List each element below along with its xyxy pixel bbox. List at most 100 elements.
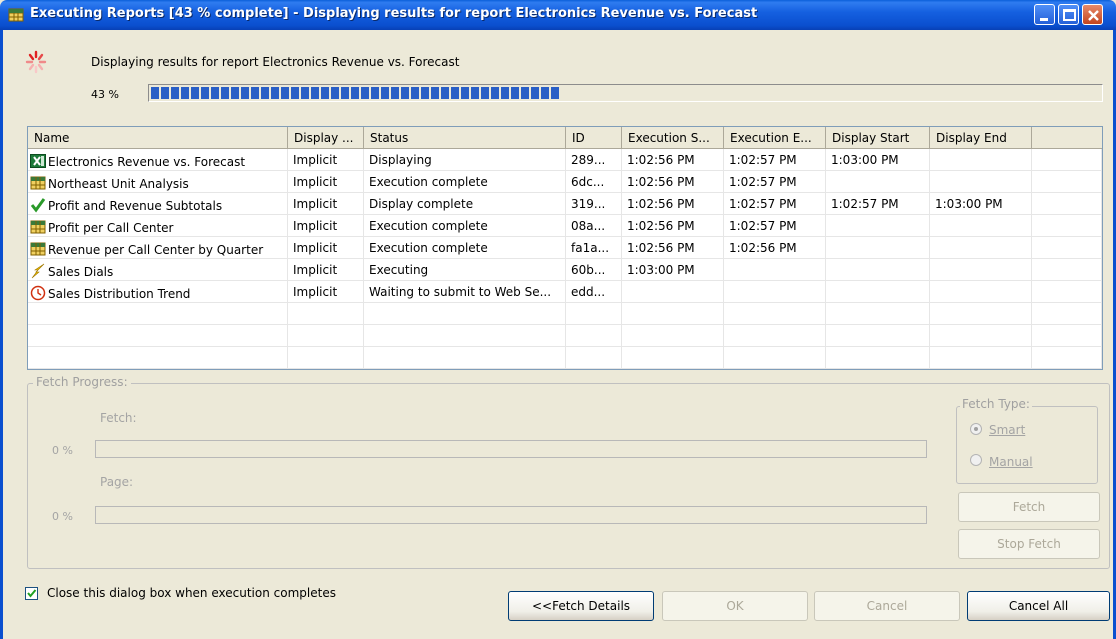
empty-cell	[28, 325, 288, 347]
fetch-details-button[interactable]: <<Fetch Details	[508, 591, 654, 621]
column-header-execution-start[interactable]: Execution S...	[622, 127, 724, 149]
empty-cell	[1032, 347, 1102, 369]
reports-list[interactable]: Name Display ... Status ID Execution S..…	[27, 126, 1103, 370]
cell-status: Executing	[364, 259, 566, 281]
empty-cell	[1032, 215, 1102, 237]
empty-cell	[826, 347, 930, 369]
table-row[interactable]: Revenue per Call Center by Quarter Implic…	[28, 237, 1102, 259]
empty-cell	[930, 325, 1032, 347]
overall-percent-label: 43 %	[91, 88, 119, 101]
cell-status: Displaying	[364, 149, 566, 171]
manual-label: Manual	[989, 455, 1033, 469]
cell-display: Implicit	[288, 171, 364, 193]
report-name: Revenue per Call Center by Quarter	[48, 243, 264, 257]
smart-radio[interactable]	[970, 423, 982, 435]
cell-exec-end	[724, 259, 826, 281]
empty-table-row	[28, 303, 1102, 325]
cancel-button[interactable]: Cancel	[814, 591, 960, 621]
manual-radio[interactable]	[970, 454, 982, 466]
cell-exec-end: 1:02:57 PM	[724, 171, 826, 193]
cell-exec-end: 1:02:56 PM	[724, 237, 826, 259]
fetch-percent: 0 %	[52, 444, 73, 457]
table-row[interactable]: Northeast Unit Analysis Implicit Execution…	[28, 171, 1102, 193]
fetch-progress-group	[27, 383, 1110, 569]
report-name: Profit per Call Center	[48, 221, 174, 235]
empty-cell	[288, 303, 364, 325]
checkmark-icon	[27, 589, 37, 598]
cell-id: 319...	[566, 193, 622, 215]
cell-name: Electronics Revenue vs. Forecast	[28, 149, 288, 171]
empty-table-row	[28, 325, 1102, 347]
grid-report-icon	[30, 219, 46, 235]
column-header-status[interactable]: Status	[364, 127, 566, 149]
cell-exec-start: 1:02:56 PM	[622, 171, 724, 193]
close-when-complete-label[interactable]: Close this dialog box when execution com…	[47, 586, 336, 600]
empty-cell	[364, 325, 566, 347]
cell-disp-end: 1:03:00 PM	[930, 193, 1032, 215]
empty-cell	[1032, 325, 1102, 347]
report-name: Sales Distribution Trend	[48, 287, 191, 301]
empty-cell	[622, 347, 724, 369]
empty-cell	[288, 325, 364, 347]
cell-id: 289...	[566, 149, 622, 171]
column-header-execution-end[interactable]: Execution E...	[724, 127, 826, 149]
stop-fetch-button[interactable]: Stop Fetch	[958, 529, 1100, 559]
radio-selected-dot	[974, 427, 978, 431]
cell-display: Implicit	[288, 215, 364, 237]
empty-cell	[622, 325, 724, 347]
minimize-button[interactable]	[1034, 4, 1055, 25]
cell-display: Implicit	[288, 193, 364, 215]
cell-name: Profit per Call Center	[28, 215, 288, 237]
empty-cell	[28, 303, 288, 325]
cell-display: Implicit	[288, 149, 364, 171]
cell-id: edd...	[566, 281, 622, 303]
page-progress-bar	[95, 506, 927, 524]
report-name: Sales Dials	[48, 265, 114, 279]
title-bar[interactable]: Executing Reports [43 % complete] - Disp…	[0, 0, 1116, 30]
cell-disp-start	[826, 281, 930, 303]
cell-id: 08a...	[566, 215, 622, 237]
close-button[interactable]	[1082, 4, 1103, 25]
column-header-display-end[interactable]: Display End	[930, 127, 1032, 149]
table-row[interactable]: Profit per Call Center Implicit Execution …	[28, 215, 1102, 237]
cell-disp-end	[930, 281, 1032, 303]
report-app-icon	[8, 8, 24, 22]
table-row[interactable]: Profit and Revenue Subtotals Implicit Disp…	[28, 193, 1102, 215]
overall-progress-fill	[151, 87, 559, 99]
maximize-button[interactable]	[1058, 4, 1079, 25]
empty-cell	[622, 303, 724, 325]
loading-spinner-icon	[25, 50, 47, 74]
empty-cell	[826, 325, 930, 347]
cell-status: Display complete	[364, 193, 566, 215]
column-header-id[interactable]: ID	[566, 127, 622, 149]
cell-exec-start: 1:02:56 PM	[622, 237, 724, 259]
empty-cell	[826, 303, 930, 325]
fetch-button[interactable]: Fetch	[958, 492, 1100, 522]
column-header-name[interactable]: Name	[28, 127, 288, 149]
cell-disp-start	[826, 259, 930, 281]
ok-button[interactable]: OK	[662, 591, 808, 621]
cell-exec-end	[724, 281, 826, 303]
cell-disp-start	[826, 237, 930, 259]
cell-exec-end: 1:02:57 PM	[724, 215, 826, 237]
cell-disp-start	[826, 171, 930, 193]
empty-cell	[930, 303, 1032, 325]
status-message: Displaying results for report Electronic…	[91, 55, 460, 69]
close-when-complete-checkbox[interactable]	[25, 587, 38, 600]
table-row[interactable]: Electronics Revenue vs. Forecast Implicit…	[28, 149, 1102, 171]
clock-icon	[30, 285, 46, 301]
column-header-display[interactable]: Display ...	[288, 127, 364, 149]
empty-cell	[566, 325, 622, 347]
empty-cell	[724, 325, 826, 347]
excel-icon	[30, 153, 46, 169]
cell-exec-start	[622, 281, 724, 303]
cell-name: Sales Distribution Trend	[28, 281, 288, 303]
column-header-display-start[interactable]: Display Start	[826, 127, 930, 149]
cell-id: fa1a...	[566, 237, 622, 259]
table-row[interactable]: Sales Dials Implicit Executing 60b... 1:03:0…	[28, 259, 1102, 281]
cancel-all-button[interactable]: Cancel All	[967, 591, 1110, 621]
report-name: Electronics Revenue vs. Forecast	[48, 155, 246, 169]
fetch-label: Fetch:	[100, 411, 137, 425]
table-row[interactable]: Sales Distribution Trend Implicit Waiting …	[28, 281, 1102, 303]
overall-progress-bar	[148, 84, 1103, 102]
